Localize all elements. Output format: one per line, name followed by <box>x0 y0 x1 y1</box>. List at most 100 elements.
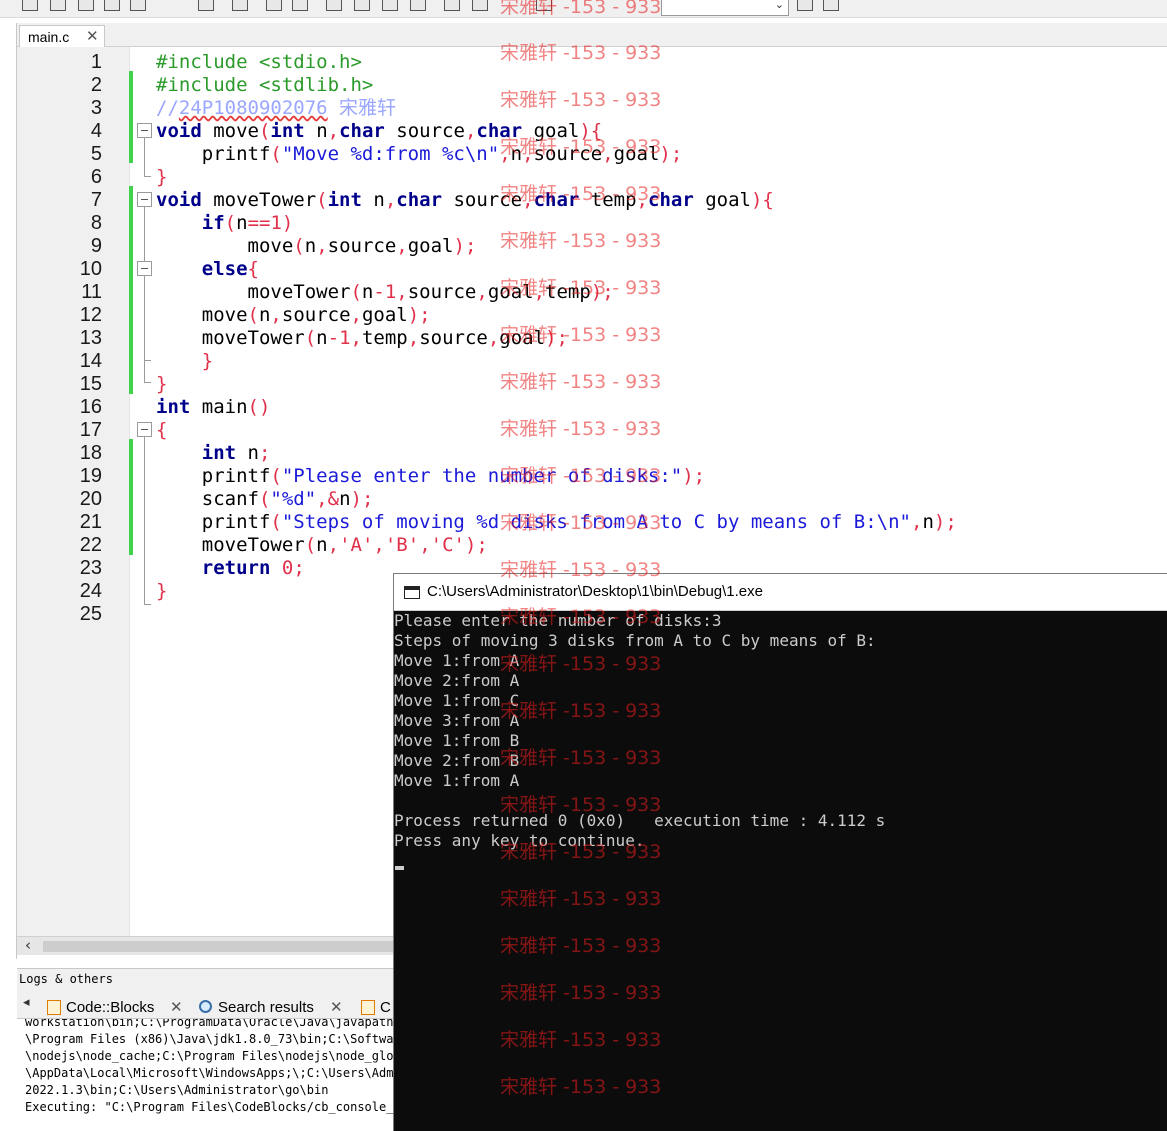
layout-icon[interactable] <box>326 0 342 11</box>
code-token: source <box>327 235 397 257</box>
grid-icon[interactable] <box>266 0 282 11</box>
codeblocks-icon <box>47 1000 61 1015</box>
line-number: 22 <box>79 534 102 556</box>
tab-codeblocks[interactable]: Code::Blocks ✕ <box>47 997 187 1020</box>
code-line[interactable]: 21 printf("Steps of moving %d disks from… <box>17 511 1167 534</box>
log-line: \AppData\Local\Microsoft\WindowsApps;\;C… <box>25 1066 393 1080</box>
code-line[interactable]: 7 void moveTower(int n,char source,char t… <box>17 189 1167 212</box>
tab-cccc[interactable]: C <box>361 997 393 1020</box>
code-line[interactable]: 10 else{ <box>17 258 1167 281</box>
code-line[interactable]: 5 printf("Move %d:from %c\n",n,source,go… <box>17 143 1167 166</box>
code-line[interactable]: 6} <box>17 166 1167 189</box>
line-number: 17 <box>79 419 102 441</box>
code-token: ) <box>281 212 294 234</box>
code-text: moveTower(n,'A','B','C'); <box>156 534 488 557</box>
zoom-icon[interactable] <box>536 0 552 11</box>
code-token: , <box>396 235 408 257</box>
clear-icon[interactable] <box>78 0 94 11</box>
code-line[interactable]: 20 scanf("%d",&n); <box>17 488 1167 511</box>
build-log[interactable]: workstation\bin;C:\ProgramData\Oracle\Ja… <box>17 1019 393 1131</box>
code-token: ){ <box>579 120 603 142</box>
code-line[interactable]: 9 move(n,source,goal); <box>17 235 1167 258</box>
code-token: ( <box>270 511 282 533</box>
grid2-icon[interactable] <box>292 0 308 11</box>
console-output[interactable]: Please enter the number of disks:3 Steps… <box>394 611 1167 1131</box>
scroll-left-icon[interactable]: ‹ <box>25 936 31 954</box>
layout2-icon[interactable] <box>354 0 370 11</box>
code-token: goal <box>522 120 580 142</box>
close-icon[interactable]: ✕ <box>170 998 183 1016</box>
code-line[interactable]: 16 int main() <box>17 396 1167 419</box>
code-token: move <box>156 304 248 326</box>
code-line[interactable]: 1 #include <stdio.h> <box>17 51 1167 74</box>
pointer-icon[interactable] <box>198 0 214 11</box>
code-line[interactable]: 18 int n; <box>17 442 1167 465</box>
code-text: scanf("%d",&n); <box>156 488 374 511</box>
tab-scroll-left-icon[interactable]: ◂ <box>23 995 30 1010</box>
code-token: n <box>316 327 328 349</box>
redo-icon[interactable] <box>50 0 66 11</box>
code-line[interactable]: 2 #include <stdlib.h> <box>17 74 1167 97</box>
code-line[interactable]: 13 moveTower(n-1,temp,source,goal); <box>17 327 1167 350</box>
code-token: 1 <box>384 281 397 303</box>
close-icon[interactable]: ✕ <box>86 27 99 45</box>
code-token: move <box>201 120 259 142</box>
tab-label: C <box>380 999 391 1016</box>
scroll-thumb[interactable] <box>43 941 393 952</box>
code-token: goal <box>487 281 534 303</box>
code-token: "Move %d:from %c\n" <box>281 143 500 165</box>
code-token: } <box>156 166 168 188</box>
code-text: move(n,source,goal); <box>156 235 477 258</box>
line-number: 8 <box>90 212 102 234</box>
code-token: void <box>156 189 202 211</box>
code-line[interactable]: 22 moveTower(n,'A','B','C'); <box>17 534 1167 557</box>
code-token: } <box>156 580 168 602</box>
layout3-icon[interactable] <box>382 0 398 11</box>
code-token: ( <box>270 465 282 487</box>
code-token: main <box>190 396 248 418</box>
window-icon[interactable] <box>444 0 460 11</box>
replace-icon[interactable] <box>130 0 146 11</box>
code-line[interactable]: 8 if(n==1) <box>17 212 1167 235</box>
tab-search-results[interactable]: Search results ✕ <box>199 997 349 1020</box>
block-icon[interactable] <box>232 0 248 11</box>
code-token: printf <box>156 511 271 533</box>
code-token: moveTower <box>156 534 305 556</box>
code-line[interactable]: 3 //24P1080902076 宋雅轩 <box>17 97 1167 120</box>
find-icon[interactable] <box>104 0 120 11</box>
line-number: 16 <box>79 396 102 418</box>
code-line[interactable]: 14 } <box>17 350 1167 373</box>
code-line[interactable]: 12 move(n,source,goal); <box>17 304 1167 327</box>
code-token: ); <box>407 304 431 326</box>
code-token: { <box>156 419 168 441</box>
line-number: 3 <box>90 97 102 119</box>
code-token: ,& <box>316 488 340 510</box>
code-line[interactable]: 15} <box>17 373 1167 396</box>
search-icon[interactable] <box>823 0 839 11</box>
code-token: n <box>304 235 317 257</box>
console-line: Press any key to continue. <box>394 831 645 850</box>
close-icon[interactable]: ✕ <box>330 998 343 1016</box>
code-line[interactable]: 17 { <box>17 419 1167 442</box>
code-token: , <box>396 281 408 303</box>
tab-main-c[interactable]: main.c ✕ <box>19 25 105 48</box>
code-line[interactable]: 19 printf("Please enter the number of di… <box>17 465 1167 488</box>
toolbar-combo[interactable]: ⌄ <box>661 0 789 16</box>
window2-icon[interactable] <box>472 0 488 11</box>
console-titlebar[interactable]: C:\Users\Administrator\Desktop\1\bin\Deb… <box>394 574 1167 611</box>
code-text: } <box>156 580 167 603</box>
jump-icon[interactable] <box>797 0 813 11</box>
code-token: goal <box>407 235 454 257</box>
code-token: , <box>350 304 362 326</box>
code-text: void move(int n,char source,char goal){ <box>156 120 602 143</box>
horizontal-scrollbar[interactable]: ‹ <box>17 936 393 955</box>
undo-icon[interactable] <box>22 0 38 11</box>
code-line[interactable]: 4 void move(int n,char source,char goal){ <box>17 120 1167 143</box>
chevron-down-icon[interactable]: ⌄ <box>775 0 784 11</box>
layout4-icon[interactable] <box>410 0 426 11</box>
logs-title: Logs & others <box>19 972 113 986</box>
line-number: 2 <box>90 74 102 96</box>
code-line[interactable]: 11 moveTower(n-1,source,goal,temp); <box>17 281 1167 304</box>
console-window[interactable]: C:\Users\Administrator\Desktop\1\bin\Deb… <box>393 573 1167 1131</box>
code-text: //24P1080902076 宋雅轩 <box>156 97 396 120</box>
